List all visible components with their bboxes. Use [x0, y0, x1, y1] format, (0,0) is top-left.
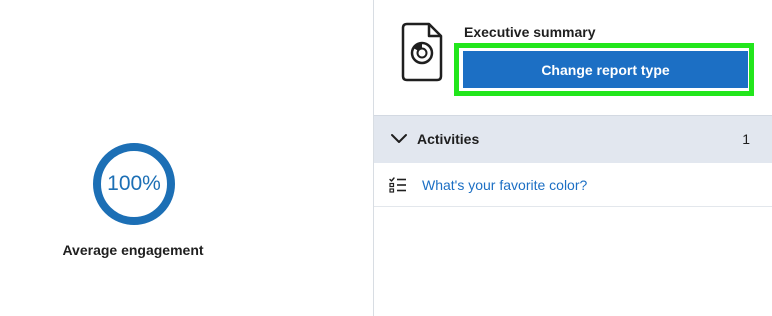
app-root: 100% Average engagement Executive summar… [0, 0, 772, 316]
report-title: Executive summary [464, 24, 596, 40]
activity-link[interactable]: What's your favorite color? [422, 177, 587, 193]
activities-count: 1 [742, 131, 750, 147]
engagement-label: Average engagement [62, 242, 204, 258]
activities-section-header[interactable]: Activities 1 [374, 115, 772, 163]
report-panel: Executive summary Change report type Act… [374, 0, 772, 316]
report-header: Executive summary Change report type [374, 0, 772, 115]
checklist-icon [389, 177, 406, 193]
engagement-panel: 100% Average engagement [0, 0, 373, 316]
activities-label: Activities [417, 131, 480, 147]
chevron-down-icon [391, 134, 407, 143]
change-report-type-button[interactable]: Change report type [463, 51, 748, 88]
engagement-percent: 100% [107, 172, 161, 195]
document-chart-icon [401, 22, 443, 82]
average-engagement-widget: 100% Average engagement [60, 142, 206, 272]
activity-item[interactable]: What's your favorite color? [374, 163, 772, 207]
